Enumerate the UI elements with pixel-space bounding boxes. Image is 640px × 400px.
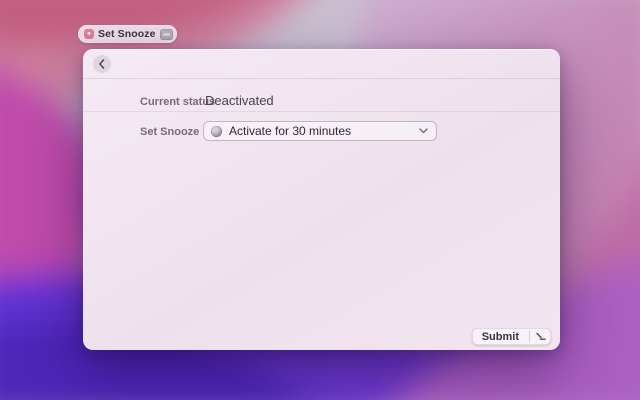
snooze-dropdown[interactable]: Activate for 30 minutes [203, 121, 437, 141]
return-key-icon [530, 328, 551, 345]
dropdown-selected-value: Activate for 30 minutes [229, 124, 352, 138]
chevron-left-icon [99, 59, 105, 69]
breadcrumb-label: Set Snooze [98, 28, 156, 40]
window-header [83, 49, 560, 79]
clock-icon [211, 125, 222, 137]
row-divider [83, 111, 560, 112]
submit-label: Submit [481, 330, 519, 343]
submit-button[interactable]: Submit [471, 328, 551, 345]
status-label: Current status [140, 96, 216, 108]
form: Current status Deactivated Set Snooze Ac… [83, 79, 560, 350]
breadcrumb[interactable]: Set Snooze [78, 25, 177, 43]
keyboard-badge-icon [159, 28, 173, 40]
command-icon [84, 29, 94, 39]
chevron-down-icon [419, 128, 428, 134]
snooze-label: Set Snooze [140, 126, 200, 138]
badge-slot [162, 32, 170, 36]
app-window: Current status Deactivated Set Snooze Ac… [83, 49, 560, 350]
back-button[interactable] [93, 55, 111, 73]
desktop: Set Snooze Current status Deactivated Se… [0, 0, 640, 400]
status-value: Deactivated [205, 93, 274, 108]
